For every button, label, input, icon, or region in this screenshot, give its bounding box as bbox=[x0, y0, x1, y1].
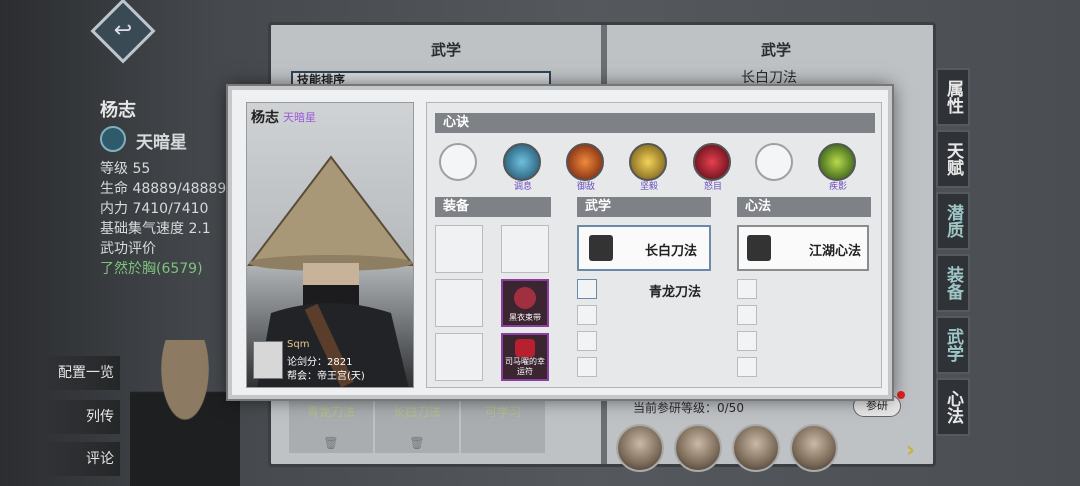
heart-method-slot[interactable] bbox=[737, 357, 757, 377]
tab-heart-method[interactable]: 心法 bbox=[936, 378, 970, 436]
xinjue-label: 怒目 bbox=[703, 182, 722, 192]
character-detail-modal: 杨志 天暗星 Sqm 论剑分：2821 帮会：帝王宫(天) 心诀 调息 御敌 坚… bbox=[228, 86, 892, 399]
back-arrow-icon: ↩ bbox=[113, 18, 133, 43]
notification-dot bbox=[897, 391, 905, 399]
xinjue-label: 御敌 bbox=[576, 182, 595, 192]
stat-rating-label: 武功评价 bbox=[100, 241, 156, 257]
comments-button[interactable]: 评论 bbox=[40, 442, 120, 476]
heart-method-slot[interactable] bbox=[737, 331, 757, 351]
empty-slot-icon[interactable] bbox=[439, 143, 477, 181]
star-name: 天暗星 bbox=[136, 133, 187, 153]
learned-skill-label: 长白刀法 bbox=[392, 405, 441, 419]
martial-skill-main-label: 长白刀法 bbox=[645, 244, 698, 259]
equip-slot[interactable] bbox=[435, 279, 483, 327]
stat-hp: 生命 48889/48889 bbox=[100, 181, 227, 197]
portrait-panel: 杨志 天暗星 Sqm 论剑分：2821 帮会：帝王宫(天) bbox=[246, 102, 414, 388]
star-emblem-icon bbox=[100, 126, 126, 152]
tab-martial-arts[interactable]: 武学 bbox=[936, 316, 970, 374]
trash-icon[interactable]: 🗑 bbox=[375, 436, 459, 450]
companion-avatar[interactable] bbox=[616, 424, 664, 472]
config-overview-button[interactable]: 配置一览 bbox=[40, 356, 120, 390]
equip-slot[interactable] bbox=[435, 225, 483, 273]
learnable-skill-label: 可学习 bbox=[484, 405, 521, 419]
equip-slot[interactable] bbox=[435, 333, 483, 381]
heart-method-main-label: 江湖心法 bbox=[809, 244, 862, 259]
equip-slot[interactable] bbox=[501, 225, 549, 273]
heart-method-main[interactable]: 江湖心法 bbox=[737, 225, 869, 271]
player-avatar[interactable] bbox=[253, 341, 283, 379]
empty-slot-icon[interactable] bbox=[755, 143, 793, 181]
martial-skill-main[interactable]: 长白刀法 bbox=[577, 225, 711, 271]
stat-mp: 内力 7410/7410 bbox=[100, 201, 209, 217]
martial-slot[interactable] bbox=[577, 305, 597, 325]
xinfa-header: 心法 bbox=[737, 197, 871, 217]
heart-method-slot[interactable] bbox=[737, 279, 757, 299]
tab-equipment[interactable]: 装备 bbox=[936, 254, 970, 312]
stat-rating-value: 了然於胸(6579) bbox=[100, 261, 203, 277]
green-dragon-icon[interactable] bbox=[818, 143, 856, 181]
belt-icon bbox=[514, 287, 536, 309]
charm-icon bbox=[515, 339, 535, 357]
player-guild: 帮会：帝王宫(天) bbox=[287, 371, 365, 382]
learned-skill-card[interactable]: 长白刀法 🗑 bbox=[375, 401, 459, 453]
player-score: 论剑分：2821 bbox=[287, 357, 353, 368]
biography-button[interactable]: 列传 bbox=[40, 400, 120, 434]
companion-avatar[interactable] bbox=[674, 424, 722, 472]
stat-qi-speed: 基础集气速度 2.1 bbox=[100, 221, 211, 237]
xinjue-label: 调息 bbox=[513, 182, 532, 192]
trash-icon[interactable]: 🗑 bbox=[289, 436, 373, 450]
player-username: Sqm bbox=[287, 339, 310, 350]
book-left-title: 武学 bbox=[431, 41, 462, 59]
xinjue-label: 疾影 bbox=[828, 182, 847, 192]
wuxue-header: 武学 bbox=[577, 197, 711, 217]
martial-pose-small-icon[interactable] bbox=[577, 279, 597, 299]
background-character-figure bbox=[130, 340, 240, 486]
learnable-skill-card[interactable]: 可学习 bbox=[461, 401, 545, 453]
gold-shield-icon[interactable] bbox=[629, 143, 667, 181]
fire-figure-icon[interactable] bbox=[566, 143, 604, 181]
next-arrow-icon[interactable]: › bbox=[906, 438, 915, 463]
research-level-label: 当前参研等级：0/50 bbox=[633, 401, 744, 415]
learned-skill-card[interactable]: 青龙刀法 🗑 bbox=[289, 401, 373, 453]
companion-avatar[interactable] bbox=[790, 424, 838, 472]
equip-item-label: 黑衣束带 bbox=[509, 313, 541, 322]
meditation-icon bbox=[747, 235, 771, 261]
martial-slot[interactable] bbox=[577, 357, 597, 377]
martial-skill-second-label: 青龙刀法 bbox=[649, 285, 702, 300]
heart-method-slot[interactable] bbox=[737, 305, 757, 325]
modal-star-name: 天暗星 bbox=[283, 111, 316, 124]
companion-avatar[interactable] bbox=[732, 424, 780, 472]
tab-talent[interactable]: 天赋 bbox=[936, 130, 970, 188]
equip-item-charm[interactable]: 司马曜的幸运符 bbox=[501, 333, 549, 381]
equip-header: 装备 bbox=[435, 197, 551, 217]
equip-item-label: 司马曜的幸运符 bbox=[505, 357, 545, 376]
martial-slot[interactable] bbox=[577, 331, 597, 351]
book-right-subtitle: 长白刀法 bbox=[741, 70, 797, 86]
red-eye-icon[interactable] bbox=[693, 143, 731, 181]
character-name: 杨志 bbox=[100, 100, 136, 121]
book-right-title: 武学 bbox=[761, 41, 792, 59]
tab-potential[interactable]: 潜质 bbox=[936, 192, 970, 250]
martial-pose-icon bbox=[589, 235, 613, 261]
modal-character-name: 杨志 bbox=[251, 110, 279, 126]
xinjue-label: 坚毅 bbox=[639, 182, 658, 192]
learned-skill-label: 青龙刀法 bbox=[306, 405, 355, 419]
blue-swirl-icon[interactable] bbox=[503, 143, 541, 181]
equip-item-belt[interactable]: 黑衣束带 bbox=[501, 279, 549, 327]
skills-panel: 心诀 调息 御敌 坚毅 怒目 疾影 装备 黑衣束带 司马曜的幸运符 武学 长白刀… bbox=[426, 102, 882, 388]
tab-attributes[interactable]: 属性 bbox=[936, 68, 970, 126]
stat-level: 等级 55 bbox=[100, 161, 151, 177]
xinjue-header: 心诀 bbox=[435, 113, 875, 133]
